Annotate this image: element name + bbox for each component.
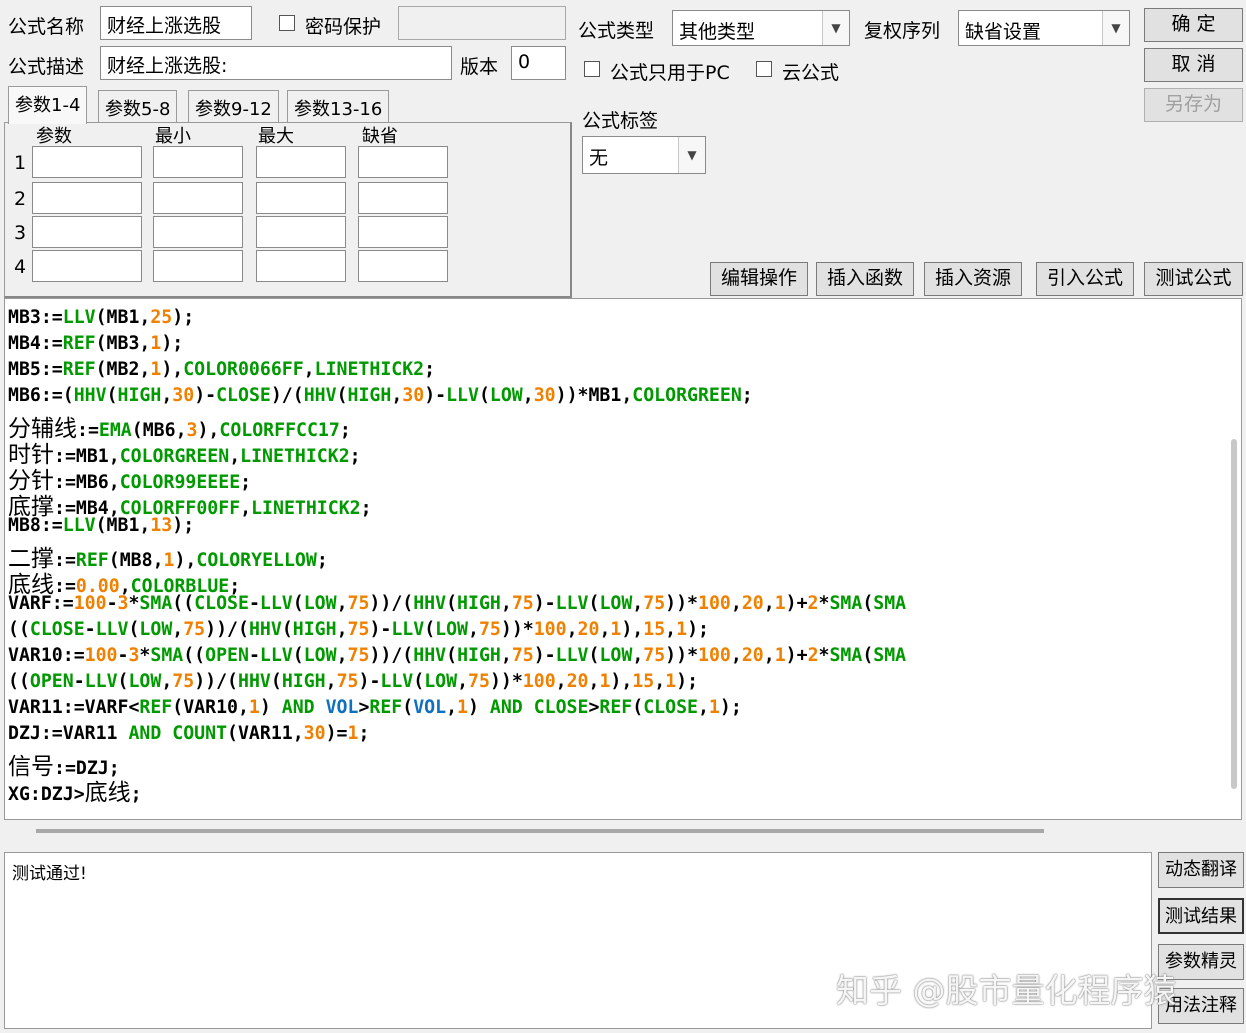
param-3-name[interactable] bbox=[32, 216, 142, 248]
param-row-number: 3 bbox=[14, 222, 27, 244]
tag-value: 无 bbox=[589, 147, 609, 169]
param-2-default[interactable] bbox=[358, 182, 448, 214]
param-1-default[interactable] bbox=[358, 146, 448, 178]
param-2-max[interactable] bbox=[256, 182, 346, 214]
cloud-checkbox[interactable] bbox=[756, 61, 772, 77]
param-2-name[interactable] bbox=[32, 182, 142, 214]
code-line: MB5:=REF(MB2,1),COLOR0066FF,LINETHICK2; bbox=[8, 359, 436, 380]
chevron-down-icon[interactable]: ▼ bbox=[678, 137, 705, 173]
pc-only-checkbox[interactable] bbox=[584, 61, 600, 77]
edit-ops-button[interactable]: 编辑操作 bbox=[710, 262, 808, 296]
dynamic-translate-button[interactable]: 动态翻译 bbox=[1158, 852, 1244, 888]
param-col-min: 最小 bbox=[155, 126, 191, 147]
param-col-name: 参数 bbox=[36, 126, 72, 147]
tab-params-13-16[interactable]: 参数13-16 bbox=[287, 90, 390, 122]
formula-type-label: 公式类型 bbox=[578, 20, 655, 42]
param-3-default[interactable] bbox=[358, 216, 448, 248]
tag-label: 公式标签 bbox=[582, 110, 659, 132]
insert-resource-button[interactable]: 插入资源 bbox=[924, 262, 1022, 296]
chevron-down-icon[interactable]: ▼ bbox=[1102, 11, 1129, 45]
code-line: VAR10:=100-3*SMA((OPEN-LLV(LOW,75))/(HHV… bbox=[8, 645, 907, 666]
test-status-text: 测试通过! bbox=[12, 864, 87, 884]
chevron-down-icon[interactable]: ▼ bbox=[822, 11, 849, 45]
cancel-button[interactable]: 取 消 bbox=[1144, 48, 1243, 82]
formula-name-input[interactable]: 财经上涨选股 bbox=[100, 6, 252, 40]
param-4-default[interactable] bbox=[358, 250, 448, 282]
password-input bbox=[398, 6, 566, 40]
version-label: 版本 bbox=[460, 56, 499, 78]
param-row-number: 4 bbox=[14, 256, 27, 278]
code-editor[interactable]: MB3:=LLV(MB1,25); MB4:=REF(MB3,1); MB5:=… bbox=[4, 298, 1242, 820]
param-1-name[interactable] bbox=[32, 146, 142, 178]
tab-params-5-8[interactable]: 参数5-8 bbox=[98, 90, 178, 122]
param-row-number: 2 bbox=[14, 188, 27, 210]
restore-value: 缺省设置 bbox=[965, 21, 1042, 43]
pc-only-label: 公式只用于PC bbox=[610, 62, 730, 84]
ok-button[interactable]: 确 定 bbox=[1144, 8, 1243, 42]
cloud-label: 云公式 bbox=[782, 62, 840, 84]
param-row-number: 1 bbox=[14, 152, 27, 174]
param-3-max[interactable] bbox=[256, 216, 346, 248]
code-line: MB8:=LLV(MB1,13); bbox=[8, 515, 195, 536]
code-line: ((OPEN-LLV(LOW,75))/(HHV(HIGH,75)-LLV(LO… bbox=[8, 671, 699, 692]
code-line: MB3:=LLV(MB1,25); bbox=[8, 307, 195, 328]
param-3-min[interactable] bbox=[153, 216, 243, 248]
formula-desc-label: 公式描述 bbox=[8, 56, 85, 78]
watermark: 知乎 @股市量化程序猿 bbox=[836, 971, 1177, 1010]
restore-label: 复权序列 bbox=[864, 20, 941, 42]
import-formula-button[interactable]: 引入公式 bbox=[1036, 262, 1134, 296]
tab-params-1-4[interactable]: 参数1-4 bbox=[8, 86, 88, 124]
param-2-min[interactable] bbox=[153, 182, 243, 214]
vertical-scrollbar[interactable] bbox=[1231, 439, 1237, 789]
param-col-default: 缺省 bbox=[362, 126, 398, 147]
formula-type-value: 其他类型 bbox=[679, 21, 756, 43]
horizontal-scrollbar[interactable] bbox=[36, 829, 1044, 833]
code-line: DZJ:=VAR11 AND COUNT(VAR11,30)=1; bbox=[8, 723, 370, 744]
code-line: XG:DZJ>底线; bbox=[8, 780, 142, 806]
test-formula-button[interactable]: 测试公式 bbox=[1144, 262, 1243, 296]
param-1-max[interactable] bbox=[256, 146, 346, 178]
tab-params-9-12[interactable]: 参数9-12 bbox=[188, 90, 279, 122]
formula-type-select[interactable]: 其他类型 ▼ bbox=[672, 10, 850, 46]
insert-function-button[interactable]: 插入函数 bbox=[816, 262, 914, 296]
param-1-min[interactable] bbox=[153, 146, 243, 178]
code-line: VAR11:=VARF<REF(VAR10,1) AND VOL>REF(VOL… bbox=[8, 697, 742, 718]
param-4-name[interactable] bbox=[32, 250, 142, 282]
code-line: MB6:=(HHV(HIGH,30)-CLOSE)/(HHV(HIGH,30)-… bbox=[8, 385, 753, 406]
restore-select[interactable]: 缺省设置 ▼ bbox=[958, 10, 1130, 46]
param-col-max: 最大 bbox=[258, 126, 294, 147]
formula-desc-input[interactable]: 财经上涨选股: bbox=[100, 46, 452, 80]
param-4-max[interactable] bbox=[256, 250, 346, 282]
save-as-button[interactable]: 另存为 bbox=[1144, 88, 1243, 122]
password-label: 密码保护 bbox=[305, 16, 382, 38]
tag-select[interactable]: 无 ▼ bbox=[582, 136, 706, 174]
formula-name-label: 公式名称 bbox=[8, 16, 85, 38]
code-line: ((CLOSE-LLV(LOW,75))/(HHV(HIGH,75)-LLV(L… bbox=[8, 619, 709, 640]
test-result-button[interactable]: 测试结果 bbox=[1158, 898, 1244, 934]
password-checkbox[interactable] bbox=[279, 15, 295, 31]
code-line: MB4:=REF(MB3,1); bbox=[8, 333, 184, 354]
param-4-min[interactable] bbox=[153, 250, 243, 282]
version-input[interactable]: 0 bbox=[511, 46, 566, 80]
code-line: VARF:=100-3*SMA((CLOSE-LLV(LOW,75))/(HHV… bbox=[8, 593, 907, 614]
